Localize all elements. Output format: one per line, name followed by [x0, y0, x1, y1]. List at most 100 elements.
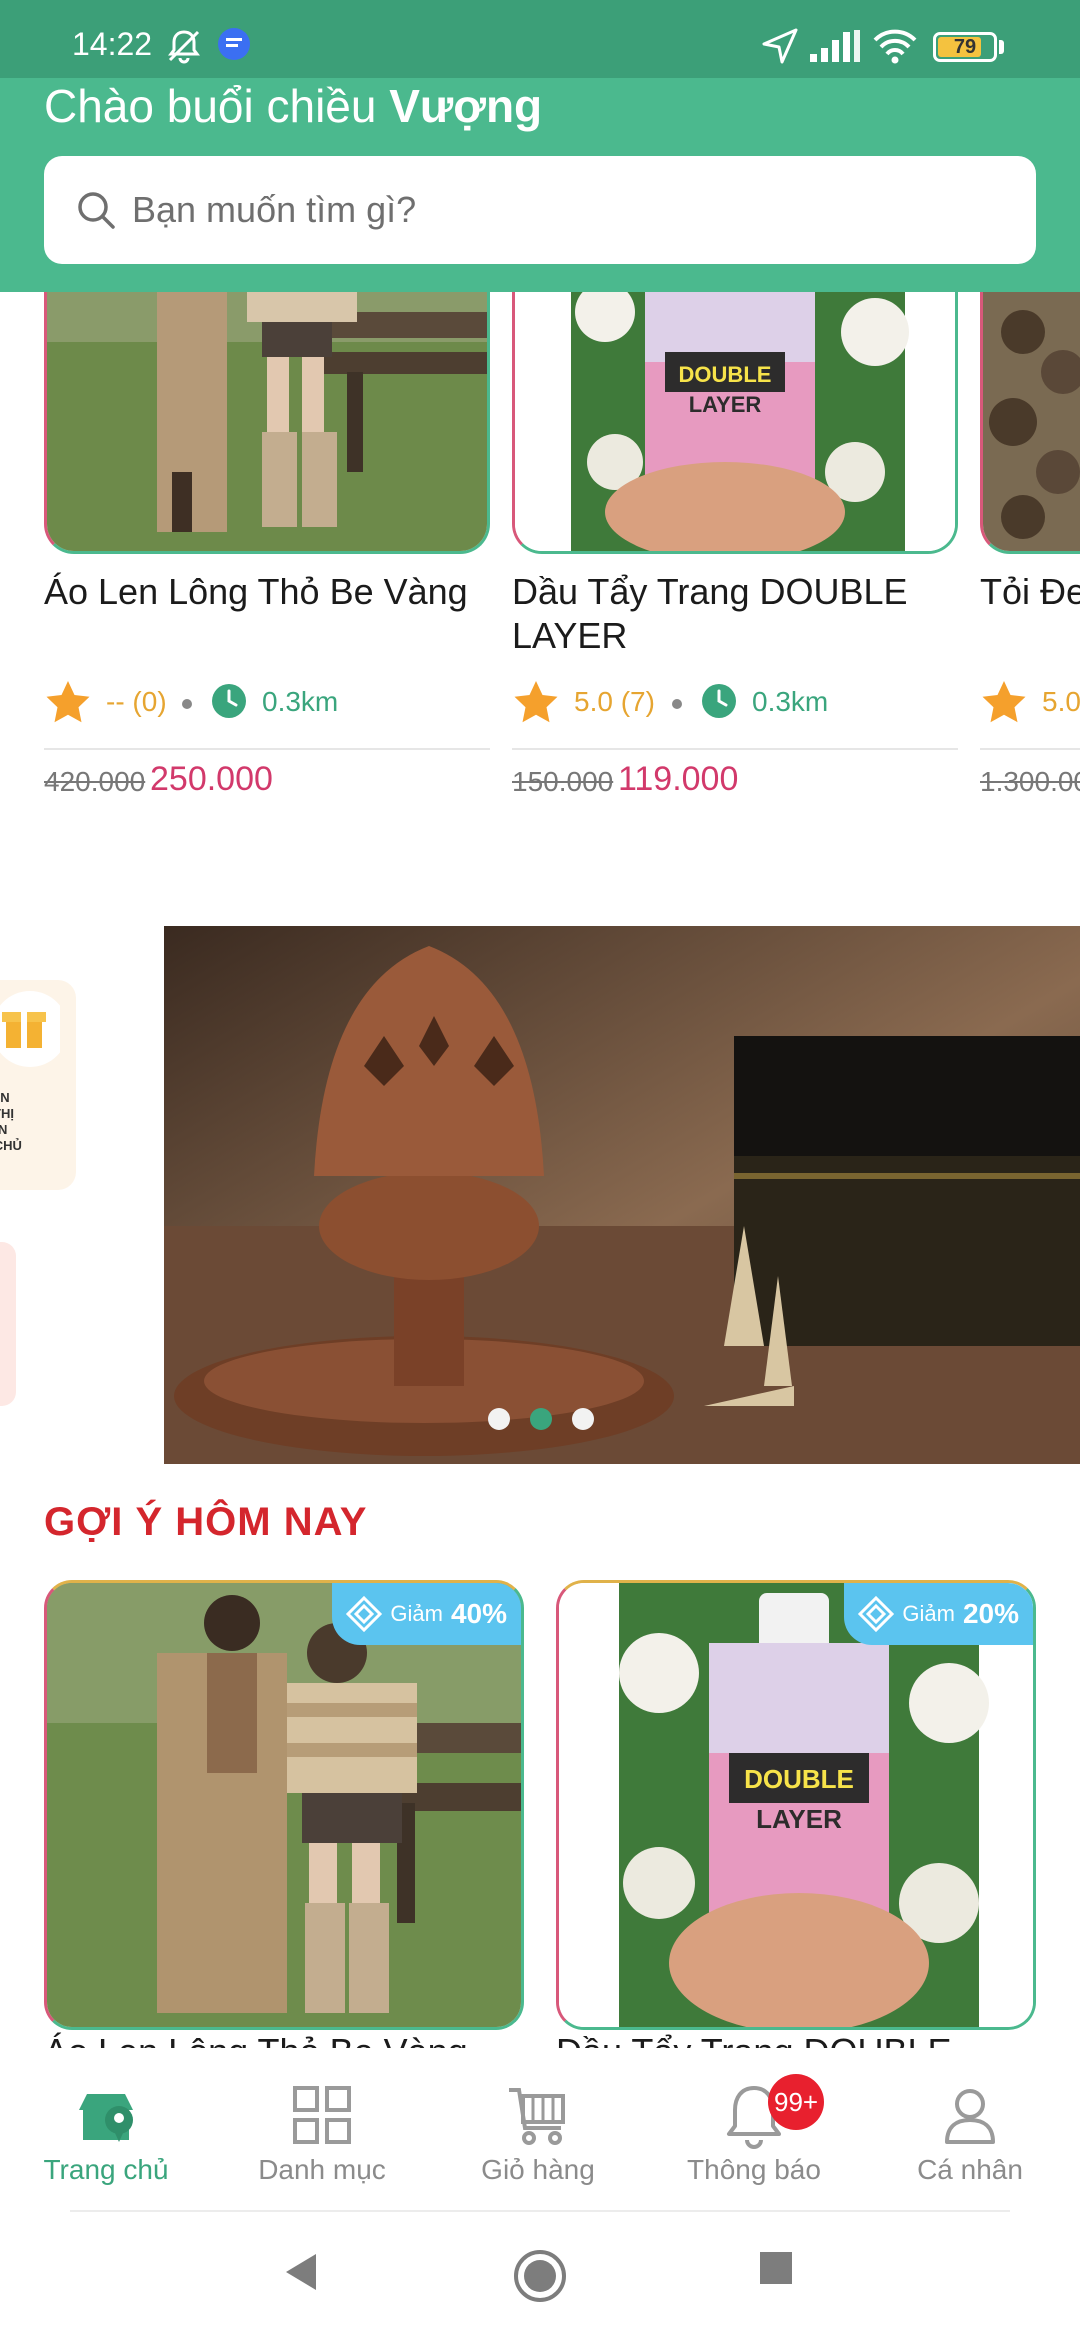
discount-pattern-icon	[346, 1596, 383, 1632]
card-divider	[980, 748, 1080, 750]
distance-text: 0.3km	[752, 686, 829, 717]
product-carousel[interactable]: Áo Len Lông Thỏ Be Vàng -- (0) 0.3km 420…	[0, 292, 1080, 832]
product-meta: -- (0) 0.3km	[44, 678, 490, 728]
card-divider	[512, 748, 958, 750]
clock-icon	[702, 684, 736, 718]
user-name: Vượng	[389, 80, 543, 132]
rating-text: 5.0 (7)	[574, 686, 655, 717]
product-photo-sweater	[47, 292, 487, 551]
product-meta: 5.0	[980, 678, 1080, 728]
rating-text: 5.0	[1042, 686, 1080, 717]
nav-item-cart[interactable]: Giỏ hàng	[448, 2080, 628, 2190]
separator-dot	[672, 699, 682, 709]
greeting-text: Chào buổi chiều	[44, 80, 377, 132]
discount-badge: Giảm 40%	[332, 1583, 521, 1645]
greeting: Chào buổi chiều Vượng	[44, 78, 542, 134]
star-icon	[514, 681, 558, 723]
discount-value: 40%	[450, 1598, 507, 1629]
gift-icon	[0, 991, 60, 1067]
nav-label: Cá nhân	[917, 2154, 1023, 2185]
product-photo-black-garlic	[983, 292, 1080, 551]
side-promo-text: TIÊN N THỊ RÊN G CHỦ	[0, 1090, 22, 1153]
svg-text:LAYER: LAYER	[689, 392, 762, 417]
cart-icon	[509, 2088, 565, 2145]
svg-text:LAYER: LAYER	[756, 1804, 842, 1834]
nav-item-profile[interactable]: Cá nhân	[880, 2080, 1060, 2190]
product-image[interactable]	[44, 292, 490, 554]
clock-icon	[212, 684, 246, 718]
distance-text: 0.3km	[262, 686, 339, 717]
location-icon	[762, 28, 798, 64]
nav-label: Giỏ hàng	[481, 2154, 595, 2185]
battery-tip	[999, 40, 1004, 54]
suggestion-title[interactable]: Dầu Tẩy Trang DOUBLE	[556, 2030, 952, 2048]
grid-icon	[293, 2086, 351, 2144]
home-circle-icon[interactable]	[512, 2248, 568, 2304]
svg-text:DOUBLE: DOUBLE	[744, 1764, 854, 1794]
search-bar[interactable]	[44, 156, 1036, 264]
system-nav-bar	[0, 2212, 1080, 2340]
old-price: 1.300.00	[980, 766, 1080, 797]
suggestion-title[interactable]: Áo Len Lông Thỏ Be Vàng	[44, 2030, 468, 2048]
price: 119.000	[618, 760, 739, 798]
search-icon	[78, 192, 115, 229]
old-price: 150.000	[512, 766, 614, 797]
promo-banner[interactable]	[164, 926, 1080, 1464]
nav-label: Trang chủ	[43, 2154, 169, 2185]
separator-dot	[182, 699, 192, 709]
notification-badge: 99+	[768, 2074, 825, 2130]
pager-dot[interactable]	[572, 1408, 594, 1430]
back-triangle-icon[interactable]	[280, 2248, 324, 2296]
discount-badge: Giảm 20%	[844, 1583, 1033, 1645]
star-icon	[46, 681, 90, 723]
nav-item-home[interactable]: Trang chủ	[16, 2080, 196, 2190]
product-image[interactable]	[980, 292, 1080, 554]
banner-area: TIÊN N THỊ RÊN G CHỦ	[0, 920, 1080, 1468]
product-image[interactable]: DOUBLE LAYER	[512, 292, 958, 554]
pager-dot[interactable]	[488, 1408, 510, 1430]
old-price: 420.000	[44, 766, 146, 797]
pager-dot-active[interactable]	[530, 1408, 552, 1430]
battery-percent: 79	[953, 36, 977, 58]
nav-label: Thông báo	[687, 2154, 821, 2185]
suggestion-card[interactable]: Giảm 40%	[44, 1580, 524, 2030]
user-icon	[945, 2089, 995, 2144]
status-time: 14:22	[72, 26, 153, 62]
signal-icon	[810, 30, 860, 62]
nav-item-categories[interactable]: Danh mục	[232, 2080, 412, 2190]
section-title: GỢI Ý HÔM NAY	[44, 1500, 368, 1544]
svg-text:DOUBLE: DOUBLE	[679, 362, 772, 387]
suggestion-card[interactable]: DOUBLE LAYER Giảm 20%	[556, 1580, 1036, 2030]
side-promo-card[interactable]: TIÊN N THỊ RÊN G CHỦ	[0, 980, 76, 1190]
price: 250.000	[150, 760, 273, 798]
product-title[interactable]: Dầu Tẩy Trang DOUBLE LAYER	[512, 570, 972, 658]
discount-label: Giảm	[902, 1601, 955, 1626]
suggestion-photo-sweater	[47, 1583, 521, 2027]
discount-pattern-icon	[858, 1596, 895, 1632]
product-meta: 5.0 (7) 0.3km	[512, 678, 958, 728]
card-divider	[44, 748, 490, 750]
home-shop-icon	[79, 2094, 133, 2142]
discount-label: Giảm	[390, 1601, 443, 1626]
banner-image-incense-burner	[164, 926, 1080, 1464]
rating-text: -- (0)	[106, 686, 167, 717]
star-icon	[982, 681, 1026, 723]
message-icon	[218, 28, 250, 60]
wifi-icon	[873, 29, 917, 64]
status-bar: 14:22 79	[0, 0, 1080, 78]
product-title[interactable]: Tỏi Đe	[980, 570, 1080, 614]
nav-label: Danh mục	[258, 2154, 386, 2185]
header: Chào buổi chiều Vượng	[0, 78, 1080, 292]
discount-value: 20%	[962, 1598, 1019, 1629]
bottom-nav: Trang chủ Danh mục Giỏ hàng Thông báo 99…	[0, 2050, 1080, 2210]
banner-pager	[164, 1408, 1080, 1432]
suggestion-photo-makeup-remover: DOUBLE LAYER	[559, 1583, 1033, 2027]
product-title[interactable]: Áo Len Lông Thỏ Be Vàng	[44, 570, 504, 614]
battery-icon: 79	[933, 32, 997, 62]
side-promo-card-2[interactable]	[0, 1242, 16, 1406]
nav-item-notifications[interactable]: Thông báo 99+	[664, 2074, 844, 2190]
mute-bell-icon	[168, 30, 200, 64]
product-photo-makeup-remover: DOUBLE LAYER	[515, 292, 955, 551]
recents-square-icon[interactable]	[756, 2248, 796, 2288]
search-input[interactable]	[132, 180, 1012, 240]
